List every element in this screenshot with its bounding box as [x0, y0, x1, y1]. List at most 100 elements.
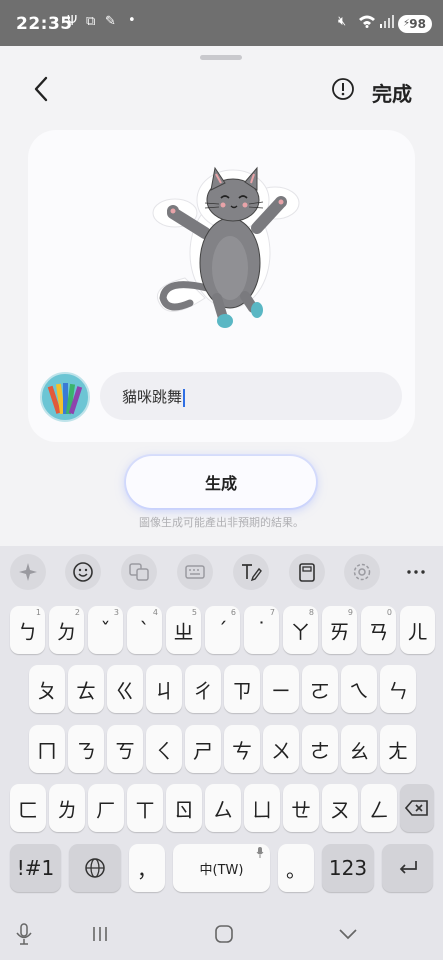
keyboard-settings-button[interactable]: [344, 554, 380, 590]
clipboard-icon: [299, 563, 315, 582]
key[interactable]: ㄘ: [224, 725, 260, 773]
hide-keyboard-button[interactable]: [330, 920, 366, 948]
key-label: ㄕ: [193, 738, 213, 763]
key[interactable]: ㄧ: [263, 665, 299, 713]
key[interactable]: ㄗ: [224, 665, 260, 713]
key[interactable]: ㄈ: [10, 784, 46, 832]
backspace-key[interactable]: [400, 784, 434, 832]
key[interactable]: ㄉ2: [49, 606, 84, 654]
key[interactable]: ㄜ: [302, 725, 338, 773]
emoji-button[interactable]: [65, 554, 101, 590]
key[interactable]: ㄥ: [361, 784, 397, 832]
key[interactable]: ㄡ: [322, 784, 358, 832]
settings-icon: [353, 563, 371, 581]
handwriting-button[interactable]: [233, 554, 269, 590]
key[interactable]: ㄕ: [185, 725, 221, 773]
ai-sparkle-button[interactable]: [10, 554, 46, 590]
key[interactable]: ㄋ: [68, 725, 104, 773]
numbers-key[interactable]: 123: [322, 844, 374, 892]
key[interactable]: ㄎ: [107, 725, 143, 773]
key[interactable]: ㄠ: [341, 725, 377, 773]
key[interactable]: ㄩ: [244, 784, 280, 832]
style-avatar-icon[interactable]: [40, 372, 90, 422]
key-label: ㄙ: [213, 797, 233, 822]
key[interactable]: ㄟ: [341, 665, 377, 713]
wifi-icon: [358, 14, 376, 32]
key-number-hint: 1: [35, 608, 41, 617]
key[interactable]: ㄚ8: [283, 606, 318, 654]
key[interactable]: ㄌ: [49, 784, 85, 832]
key-label: ㄊ: [76, 678, 96, 703]
key-label: ㄒ: [135, 797, 155, 822]
recent-apps-icon: [93, 927, 107, 941]
key-label: ㄗ: [232, 678, 252, 703]
key[interactable]: ㄓ5: [166, 606, 201, 654]
microphone-icon: [16, 923, 32, 945]
battery-indicator: ⚡ 98: [398, 15, 432, 33]
key-label: ㄧ: [271, 678, 291, 703]
translate-button[interactable]: [121, 554, 157, 590]
key-number-hint: 7: [269, 608, 275, 617]
key[interactable]: ㄍ: [107, 665, 143, 713]
key-label: ˋ: [139, 618, 150, 642]
chevron-down-icon: [339, 929, 357, 940]
key[interactable]: ㄒ: [127, 784, 163, 832]
home-button[interactable]: [206, 920, 242, 948]
key[interactable]: ㄏ: [88, 784, 124, 832]
key[interactable]: ㄛ: [302, 665, 338, 713]
key[interactable]: ㄊ: [68, 665, 104, 713]
key[interactable]: ㄖ: [166, 784, 202, 832]
keyboard-mode-button[interactable]: [177, 554, 213, 590]
recent-apps-button[interactable]: [82, 920, 118, 948]
key[interactable]: ˙ 7: [244, 606, 279, 654]
voice-input-button[interactable]: [6, 920, 42, 948]
generation-disclaimer: 圖像生成可能產出非預期的結果。: [139, 516, 304, 529]
key-number-hint: 0: [386, 608, 392, 617]
key-label: ㄨ: [271, 738, 291, 763]
key[interactable]: ˊ6: [205, 606, 240, 654]
key-label: ㄛ: [310, 678, 330, 703]
key[interactable]: ㄦ: [400, 606, 435, 654]
space-key[interactable]: 中(TW): [173, 844, 270, 892]
key[interactable]: ㄔ: [185, 665, 221, 713]
home-icon: [215, 925, 233, 943]
key[interactable]: ㄅ1: [10, 606, 45, 654]
key-label: ㄇ: [37, 738, 57, 763]
key[interactable]: ㄐ: [146, 665, 182, 713]
key[interactable]: ㄙ: [205, 784, 241, 832]
key[interactable]: ㄣ: [380, 665, 416, 713]
done-button[interactable]: 完成: [372, 78, 412, 107]
key[interactable]: ㄑ: [146, 725, 182, 773]
key[interactable]: ㄇ: [29, 725, 65, 773]
comma-key[interactable]: ，: [129, 844, 165, 892]
key-label: ㄓ: [173, 619, 194, 644]
prompt-input-value: 貓咪跳舞: [122, 386, 186, 407]
period-key[interactable]: 。: [278, 844, 314, 892]
key[interactable]: ˋ4: [127, 606, 162, 654]
enter-key[interactable]: [382, 844, 433, 892]
language-key[interactable]: [69, 844, 121, 892]
translate-icon: [129, 563, 149, 581]
key[interactable]: ㄞ9: [322, 606, 357, 654]
clipboard-button[interactable]: [289, 554, 325, 590]
more-button[interactable]: [398, 554, 434, 590]
key[interactable]: ㄨ: [263, 725, 299, 773]
generate-button[interactable]: 生成: [126, 456, 316, 508]
cat-sticker-image: [152, 166, 300, 328]
drag-handle[interactable]: [200, 55, 242, 60]
key-label: ㄑ: [154, 738, 174, 763]
back-button[interactable]: [28, 72, 58, 106]
key[interactable]: ㄆ: [29, 665, 65, 713]
signal-icon: [380, 14, 394, 32]
key[interactable]: ㄢ0: [361, 606, 396, 654]
key[interactable]: ㄝ: [283, 784, 319, 832]
key[interactable]: ˇ3: [88, 606, 123, 654]
symbols-key[interactable]: !#1: [10, 844, 61, 892]
sparkle-icon: [19, 563, 37, 581]
prompt-input[interactable]: 貓咪跳舞: [100, 372, 402, 420]
key[interactable]: ㄤ: [380, 725, 416, 773]
info-button[interactable]: [331, 77, 355, 101]
enter-icon: [399, 861, 417, 874]
key-number-hint: 8: [308, 608, 314, 617]
back-chevron-icon: [34, 76, 48, 102]
